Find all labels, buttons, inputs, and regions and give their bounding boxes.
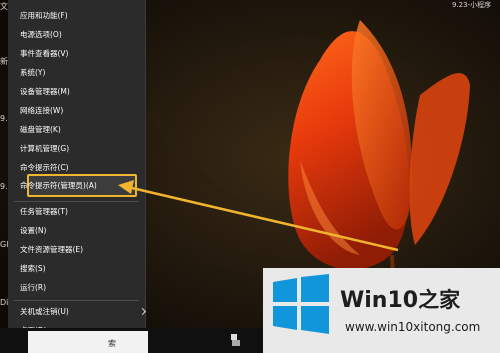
chevron-right-icon	[138, 307, 147, 316]
menu-item-system[interactable]: 系统(Y)	[20, 67, 45, 79]
menu-item-settings[interactable]: 设置(N)	[20, 225, 46, 237]
pinned-app-icon[interactable]	[231, 334, 241, 346]
desktop-label: 新	[0, 57, 8, 66]
winx-context-menu: 应用和功能(F) 电源选项(O) 事件查看器(V) 系统(Y) 设备管理器(M)…	[8, 0, 147, 343]
menu-item-apps-features[interactable]: 应用和功能(F)	[20, 10, 68, 22]
menu-item-task-manager[interactable]: 任务管理器(T)	[20, 206, 68, 218]
menu-item-event-viewer[interactable]: 事件查看器(V)	[20, 48, 68, 60]
windows-flag-icon	[273, 274, 329, 334]
watermark-logo: Win10之家 www.win10xitong.com	[263, 268, 500, 353]
watermark-title: Win10之家	[340, 284, 460, 314]
desktop-label: 9.23-小程序	[452, 1, 492, 9]
menu-item-command-prompt-admin[interactable]: 命令提示符(管理员)(A)	[20, 180, 97, 192]
search-box-text: 索	[108, 339, 116, 348]
menu-item-network-connections[interactable]: 网络连接(W)	[20, 105, 63, 117]
watermark-title-latin: Win10	[340, 288, 419, 313]
menu-item-disk-management[interactable]: 磁盘管理(K)	[20, 124, 61, 136]
watermark-title-zh: 之家	[418, 288, 461, 312]
taskbar-search-box[interactable]	[28, 331, 148, 353]
menu-separator	[14, 300, 139, 301]
menu-item-power-options[interactable]: 电源选项(O)	[20, 29, 62, 41]
menu-item-shutdown-signout[interactable]: 关机或注销(U)	[20, 306, 69, 318]
menu-item-search[interactable]: 搜索(S)	[20, 263, 46, 275]
menu-item-device-manager[interactable]: 设备管理器(M)	[20, 86, 70, 98]
menu-separator	[14, 201, 139, 202]
menu-item-computer-management[interactable]: 计算机管理(G)	[20, 143, 69, 155]
watermark-url: www.win10xitong.com	[345, 320, 481, 334]
desktop-label: 文	[0, 2, 8, 11]
menu-item-command-prompt[interactable]: 命令提示符(C)	[20, 162, 69, 174]
menu-item-run[interactable]: 运行(R)	[20, 282, 46, 294]
menu-item-file-explorer[interactable]: 文件资源管理器(E)	[20, 244, 83, 256]
